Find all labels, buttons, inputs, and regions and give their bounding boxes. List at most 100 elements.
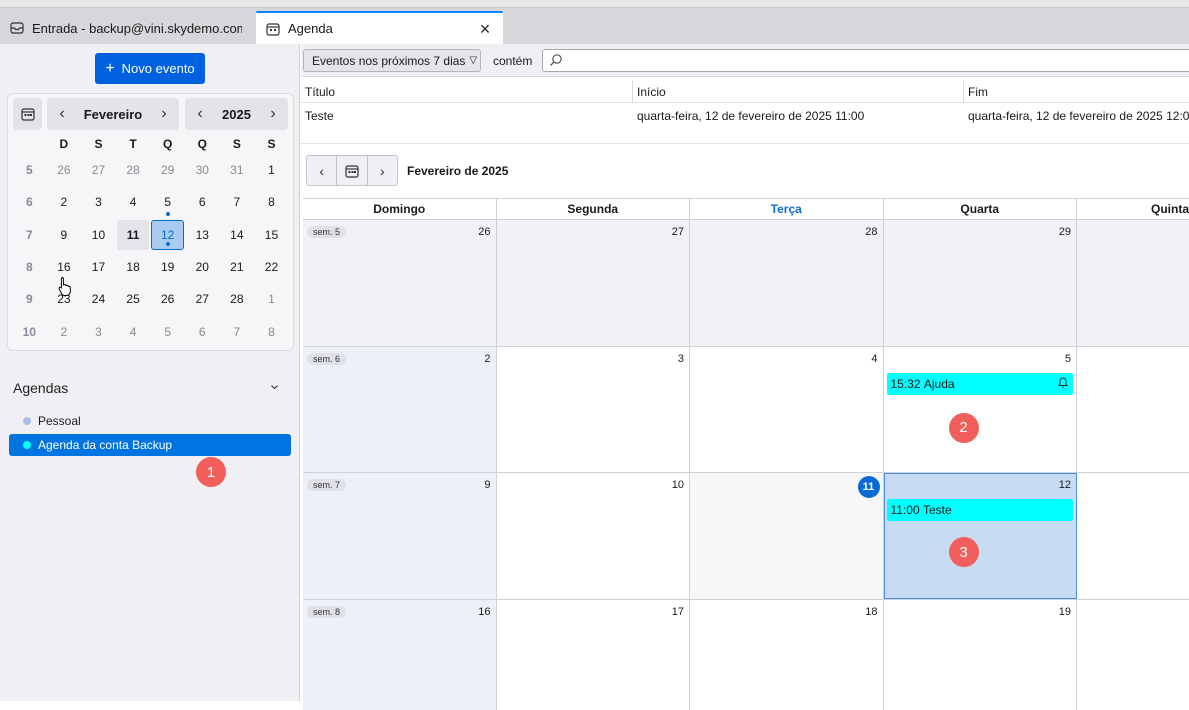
table-row[interactable]: Teste quarta-feira, 12 de fevereiro de 2… — [301, 103, 1189, 129]
mini-day[interactable]: 28 — [220, 283, 255, 315]
prev-month-button[interactable]: ‹ — [307, 156, 338, 185]
mini-day[interactable]: 14 — [220, 219, 255, 251]
tab-inbox[interactable]: Entrada - backup@vini.skydemo.com.br — [0, 12, 252, 44]
mini-day[interactable]: 26 — [150, 283, 185, 315]
day-cell-selected[interactable]: 12 11:00 Teste 3 — [883, 473, 1077, 599]
week-label[interactable]: sem. 6 — [307, 352, 347, 365]
calendar-item-pessoal[interactable]: Pessoal — [9, 410, 291, 432]
week-number[interactable]: 7 — [12, 219, 47, 251]
next-year-icon[interactable]: › — [266, 105, 280, 123]
mini-day[interactable]: 8 — [254, 186, 289, 218]
week-number[interactable]: 5 — [12, 154, 47, 186]
mini-day[interactable]: 1 — [254, 283, 289, 315]
mini-day[interactable]: 26 — [47, 154, 82, 186]
week-label[interactable]: sem. 5 — [307, 226, 347, 238]
hand-cursor-icon — [58, 277, 71, 296]
day-cell[interactable]: 17 — [496, 599, 690, 710]
mini-day[interactable]: 6 — [185, 315, 220, 347]
mini-day[interactable]: 3 — [81, 186, 116, 218]
day-cell[interactable]: 19 — [883, 599, 1077, 710]
event-teste[interactable]: 11:00 Teste — [886, 499, 1073, 521]
mini-day[interactable]: 4 — [116, 186, 151, 218]
mini-day[interactable]: 18 — [116, 251, 151, 283]
mini-day[interactable]: 17 — [81, 251, 116, 283]
mini-day[interactable]: 7 — [220, 186, 255, 218]
mini-day[interactable]: 6 — [185, 186, 220, 218]
day-cell[interactable]: 4 — [690, 346, 884, 472]
day-cell[interactable]: 18 — [690, 599, 884, 710]
column-header-title[interactable]: Título — [301, 81, 633, 103]
day-cell[interactable]: sem. 5 26 — [303, 220, 497, 346]
week-number[interactable]: 8 — [12, 251, 47, 283]
search-input[interactable] — [542, 49, 1189, 72]
close-icon[interactable]: × — [477, 20, 493, 38]
mini-day[interactable]: 19 — [150, 251, 185, 283]
events-table-header: Título Início Fim — [301, 81, 1189, 103]
next-month-button[interactable]: › — [368, 156, 397, 185]
week-label[interactable]: sem. 7 — [307, 479, 347, 491]
mini-day[interactable]: 24 — [81, 283, 116, 315]
today-button[interactable] — [13, 98, 42, 130]
mini-day[interactable]: 2 — [47, 186, 82, 218]
mini-day[interactable]: 31 — [220, 154, 255, 186]
mini-day-selected[interactable]: 12 — [151, 219, 184, 250]
mini-day[interactable]: 5 — [150, 315, 185, 347]
day-cell[interactable]: 29 — [883, 220, 1077, 346]
today-button[interactable] — [337, 156, 368, 185]
mini-day[interactable]: 15 — [254, 219, 289, 251]
column-header-start[interactable]: Início — [633, 81, 964, 103]
day-number: 4 — [871, 352, 878, 365]
prev-year-icon[interactable]: ‹ — [193, 105, 207, 123]
day-cell-today[interactable]: 11 — [690, 473, 884, 599]
mini-day[interactable]: 25 — [116, 283, 151, 315]
day-cell[interactable] — [1077, 599, 1189, 710]
week-number[interactable]: 6 — [12, 186, 47, 218]
chevron-down-icon[interactable]: › — [266, 384, 284, 389]
day-number: 26 — [478, 226, 491, 238]
day-cell[interactable]: 28 — [690, 220, 884, 346]
week-label[interactable]: sem. 8 — [307, 605, 347, 618]
mini-day[interactable]: 1 — [254, 154, 289, 186]
day-cell[interactable]: 10 — [496, 473, 690, 599]
mini-day[interactable]: 27 — [185, 283, 220, 315]
mini-day[interactable]: 29 — [150, 154, 185, 186]
day-cell[interactable]: sem. 7 9 — [303, 473, 497, 599]
day-cell[interactable]: 5 15:32 Ajuda 2 — [883, 346, 1077, 472]
mini-day[interactable]: 20 — [185, 251, 220, 283]
mini-day[interactable]: 4 — [116, 315, 151, 347]
mini-day-today[interactable]: 11 — [116, 219, 150, 250]
mini-day[interactable]: 3 — [81, 315, 116, 347]
year-label[interactable]: 2025 — [222, 107, 251, 122]
day-cell[interactable] — [1077, 473, 1189, 599]
mini-day[interactable]: 10 — [81, 219, 116, 251]
month-label[interactable]: Fevereiro — [84, 107, 143, 122]
mini-day[interactable]: 8 — [254, 315, 289, 347]
calendar-item-backup[interactable]: Agenda da conta Backup — [9, 434, 291, 456]
mini-day[interactable]: 21 — [220, 251, 255, 283]
day-cell[interactable]: 27 — [496, 220, 690, 346]
mini-week-row: 7 9 10 11 12 13 14 15 — [12, 219, 292, 251]
day-cell[interactable]: sem. 6 2 — [303, 346, 497, 472]
new-event-button[interactable]: + Novo evento — [95, 53, 205, 84]
event-filter-select[interactable]: Eventos nos próximos 7 dias ▽ — [303, 49, 481, 72]
mini-day[interactable]: 2 — [47, 315, 82, 347]
mini-day[interactable]: 27 — [81, 154, 116, 186]
mini-day[interactable]: 22 — [254, 251, 289, 283]
day-cell[interactable]: sem. 8 16 — [303, 599, 497, 710]
event-ajuda[interactable]: 15:32 Ajuda — [886, 372, 1073, 395]
column-header-end[interactable]: Fim — [964, 81, 1189, 103]
mini-day[interactable]: 7 — [220, 315, 255, 347]
next-month-icon[interactable]: › — [157, 105, 171, 123]
day-cell[interactable] — [1077, 220, 1189, 346]
mini-day[interactable]: 30 — [185, 154, 220, 186]
week-number[interactable]: 10 — [12, 315, 47, 347]
week-number[interactable]: 9 — [12, 283, 47, 315]
day-cell[interactable]: 3 — [496, 346, 690, 472]
mini-day[interactable]: 9 — [47, 219, 82, 251]
day-cell[interactable] — [1077, 346, 1189, 472]
prev-month-icon[interactable]: ‹ — [55, 105, 69, 123]
mini-day-with-event[interactable]: 5 — [150, 186, 185, 218]
mini-day[interactable]: 28 — [116, 154, 151, 186]
tab-agenda[interactable]: Agenda × — [256, 11, 503, 44]
mini-day[interactable]: 13 — [185, 219, 220, 251]
